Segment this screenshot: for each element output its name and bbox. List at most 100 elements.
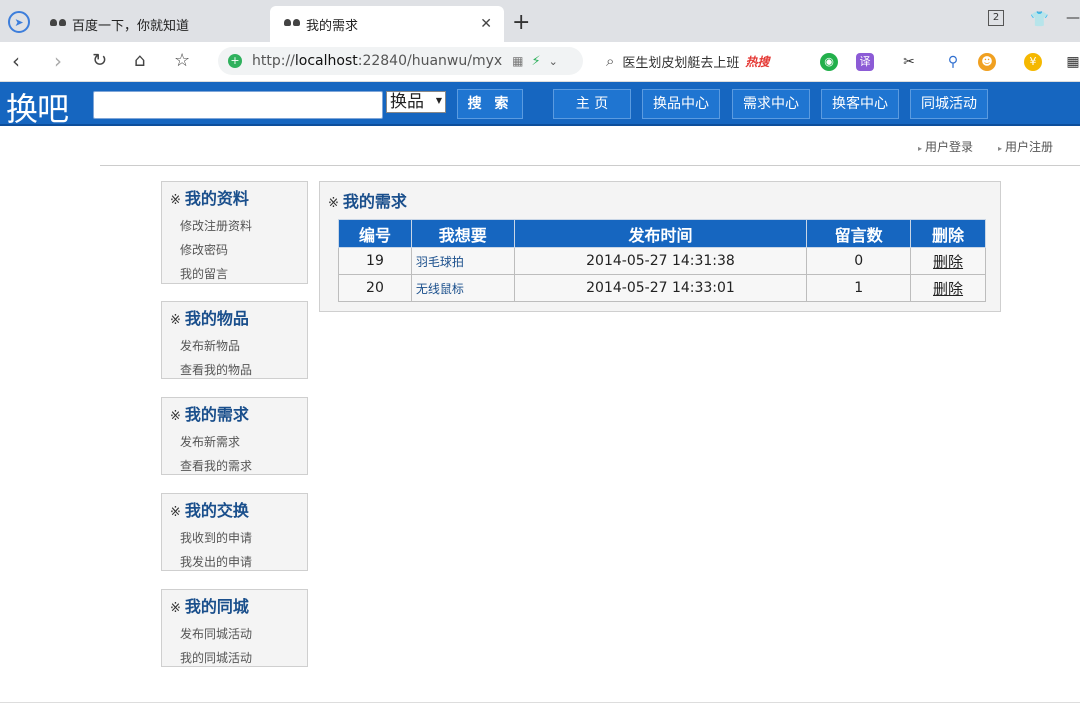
reference-mark-icon: ※ <box>170 601 181 616</box>
translate-extension-icon[interactable]: 译 <box>856 53 874 71</box>
sidebar-item-publish-goods[interactable]: 发布新物品 <box>162 334 307 358</box>
sidebar-title-label: 我的同城 <box>184 597 249 616</box>
reference-mark-icon: ※ <box>170 409 181 424</box>
column-header-time: 发布时间 <box>513 219 808 248</box>
url-rest: :22840/huanwu/myx <box>357 53 503 69</box>
site-logo[interactable]: 换吧 <box>6 84 69 130</box>
sidebar-item-view-demands[interactable]: 查看我的需求 <box>162 454 307 478</box>
mask-favicon-icon <box>50 19 66 29</box>
search-icon: ⌕ <box>606 52 615 70</box>
sidebar-title-label: 我的物品 <box>184 309 249 328</box>
bolt-icon[interactable]: ⚡ <box>532 54 541 69</box>
sidebar-exchange: ※ 我的交换 我收到的申请 我发出的申请 <box>161 493 308 571</box>
url-field[interactable]: + http://localhost:22840/huanwu/myx ▦ ⚡ … <box>218 47 583 75</box>
sidebar-item-sent-requests[interactable]: 我发出的申请 <box>162 550 307 574</box>
register-link[interactable]: ▸ 用户注册 <box>998 138 1053 155</box>
cell-delete: 删除 <box>910 247 986 275</box>
delete-link[interactable]: 删除 <box>933 280 963 298</box>
table-row: 20 无线鼠标 2014-05-27 14:33:01 1 删除 <box>338 274 986 302</box>
cell-time: 2014-05-27 14:31:38 <box>513 247 808 275</box>
reference-mark-icon: ※ <box>170 505 181 520</box>
minimize-icon[interactable]: — <box>1066 10 1080 26</box>
sidebar-title: ※ 我的交换 <box>162 494 307 526</box>
home-icon[interactable]: ⌂ <box>134 50 145 72</box>
login-label: 用户登录 <box>925 140 974 154</box>
column-header-delete: 删除 <box>910 219 986 248</box>
tab-title: 百度一下，你就知道 <box>72 18 190 34</box>
nav-city-events[interactable]: 同城活动 <box>910 89 988 119</box>
browser-tab-bar: ➤ 百度一下，你就知道 我的需求 ✕ + 2 👕 — <box>0 0 1080 42</box>
cell-want-link[interactable]: 无线鼠标 <box>410 274 515 302</box>
login-link[interactable]: ▸ 用户登录 <box>918 138 973 155</box>
category-select[interactable]: 换品 ▼ <box>386 91 446 113</box>
nav-goods-center[interactable]: 换品中心 <box>642 89 720 119</box>
back-arrow-icon[interactable]: ‹ <box>12 50 20 72</box>
coin-extension-icon[interactable]: ¥ <box>1024 53 1042 71</box>
sidebar-profile: ※ 我的资料 修改注册资料 修改密码 我的留言 <box>161 181 308 284</box>
table-header-row: 编号 我想要 发布时间 留言数 删除 <box>338 219 986 248</box>
magnifier-extension-icon[interactable]: ⚲ <box>944 53 962 71</box>
tab-baidu[interactable]: 百度一下，你就知道 <box>36 6 270 42</box>
sidebar-item-my-messages[interactable]: 我的留言 <box>162 262 307 286</box>
sidebar-title: ※ 我的同城 <box>162 590 307 622</box>
register-label: 用户注册 <box>1005 140 1054 154</box>
browser-search-field[interactable]: ⌕ 医生划皮划艇去上班 热搜 <box>596 47 806 75</box>
chevron-down-icon[interactable]: ⌄ <box>549 55 558 68</box>
category-select-value: 换品 <box>390 92 424 112</box>
sidebar-item-view-goods[interactable]: 查看我的物品 <box>162 358 307 382</box>
sidebar-title-label: 我的资料 <box>184 189 249 208</box>
reference-mark-icon: ※ <box>170 193 181 208</box>
bullet-icon: ▸ <box>918 144 923 153</box>
delete-link[interactable]: 删除 <box>933 253 963 271</box>
sidebar-title: ※ 我的物品 <box>162 302 307 334</box>
hot-search-badge: 热搜 <box>745 54 770 69</box>
sidebar-title-label: 我的交换 <box>184 501 249 520</box>
nav-demand-center[interactable]: 需求中心 <box>732 89 810 119</box>
reload-icon[interactable]: ↻ <box>92 50 107 72</box>
mask-favicon-icon <box>284 19 300 29</box>
reference-mark-icon: ※ <box>328 196 339 211</box>
column-header-comments: 留言数 <box>806 219 912 248</box>
cell-id: 19 <box>338 247 412 275</box>
cell-want-link[interactable]: 羽毛球拍 <box>410 247 515 275</box>
forward-arrow-icon[interactable]: › <box>54 50 62 72</box>
tab-my-demands[interactable]: 我的需求 ✕ <box>270 6 504 42</box>
star-icon[interactable]: ☆ <box>174 50 190 72</box>
search-button[interactable]: 搜 索 <box>457 89 523 119</box>
sidebar-city: ※ 我的同城 发布同城活动 我的同城活动 <box>161 589 308 667</box>
sidebar-title: ※ 我的需求 <box>162 398 307 430</box>
cell-comments: 1 <box>806 274 912 302</box>
page-title-label: 我的需求 <box>342 192 407 211</box>
nav-trader-center[interactable]: 换客中心 <box>821 89 899 119</box>
sidebar-goods: ※ 我的物品 发布新物品 查看我的物品 <box>161 301 308 379</box>
nav-home[interactable]: 主 页 <box>553 89 631 119</box>
tab-title: 我的需求 <box>306 18 359 34</box>
site-search-input[interactable] <box>93 91 383 119</box>
tab-count-badge[interactable]: 2 <box>988 10 1004 26</box>
wechat-extension-icon[interactable]: ◉ <box>820 53 838 71</box>
close-icon[interactable]: ✕ <box>480 16 492 32</box>
apps-grid-icon[interactable]: ▦ <box>1064 53 1080 71</box>
page-title: ※ 我的需求 <box>328 188 407 212</box>
scissors-icon[interactable]: ✂ <box>900 53 918 71</box>
plus-icon[interactable]: + <box>512 10 530 35</box>
bullet-icon: ▸ <box>998 144 1003 153</box>
sidebar-item-publish-event[interactable]: 发布同城活动 <box>162 622 307 646</box>
browser-logo-icon: ➤ <box>8 11 30 33</box>
sidebar-item-edit-profile[interactable]: 修改注册资料 <box>162 214 307 238</box>
sidebar-item-change-password[interactable]: 修改密码 <box>162 238 307 262</box>
sidebar-title-label: 我的需求 <box>184 405 249 424</box>
sidebar-item-received-requests[interactable]: 我收到的申请 <box>162 526 307 550</box>
footer-divider <box>0 702 1080 703</box>
sidebar-demands: ※ 我的需求 发布新需求 查看我的需求 <box>161 397 308 475</box>
sidebar-item-publish-demand[interactable]: 发布新需求 <box>162 430 307 454</box>
secure-shield-icon: + <box>228 54 242 68</box>
demands-table: 编号 我想要 发布时间 留言数 删除 19 羽毛球拍 2014-05-27 14… <box>338 219 986 302</box>
url-prefix: http:// <box>252 53 295 69</box>
sidebar-item-my-events[interactable]: 我的同城活动 <box>162 646 307 670</box>
reference-mark-icon: ※ <box>170 313 181 328</box>
search-hint: 医生划皮划艇去上班 <box>622 55 740 71</box>
grid-icon[interactable]: ▦ <box>512 54 525 68</box>
shirt-icon[interactable]: 👕 <box>1030 10 1049 28</box>
game-extension-icon[interactable]: ☻ <box>978 53 996 71</box>
